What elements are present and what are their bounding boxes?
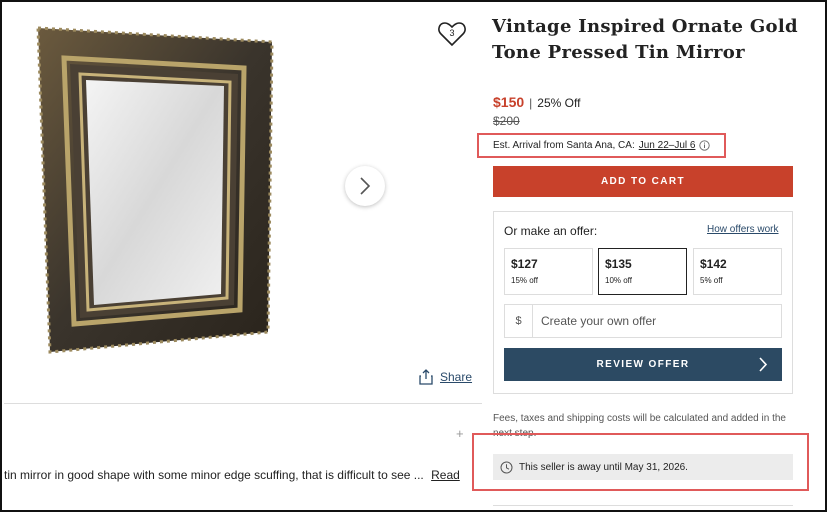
offer-amount: $127: [511, 257, 538, 271]
discount-label: 25% Off: [537, 96, 581, 110]
arrival-prefix: Est. Arrival from Santa Ana, CA:: [493, 140, 635, 151]
price-line: $150 | 25% Off: [493, 94, 580, 110]
chevron-right-icon: [759, 357, 768, 372]
custom-offer-field: $: [504, 304, 782, 338]
price-separator: |: [529, 96, 533, 110]
seller-away-notice: This seller is away until May 31, 2026.: [493, 454, 793, 480]
offer-option-3[interactable]: $142 5% off: [693, 248, 782, 295]
arrival-dates-link[interactable]: Jun 22–Jul 6: [639, 140, 696, 151]
bottom-divider: [493, 505, 793, 506]
section-divider: [4, 403, 482, 404]
original-price: $200: [493, 114, 520, 128]
sale-price: $150: [493, 94, 525, 110]
offer-title: Or make an offer:: [504, 224, 598, 238]
read-more-link[interactable]: Read: [431, 468, 460, 482]
product-image[interactable]: [30, 20, 280, 355]
share-button[interactable]: Share: [418, 369, 472, 385]
next-image-button[interactable]: [345, 166, 385, 206]
description-text: tin mirror in good shape with some minor…: [4, 468, 424, 482]
how-offers-work-link[interactable]: How offers work: [707, 224, 779, 235]
mirror-illustration: [36, 26, 274, 354]
clock-icon: [500, 461, 513, 473]
offer-amount: $142: [700, 257, 727, 271]
favorite-count: 3: [449, 28, 455, 38]
estimated-arrival: Est. Arrival from Santa Ana, CA: Jun 22–…: [493, 140, 711, 151]
offer-percent: 5% off: [700, 276, 723, 285]
seller-away-text: This seller is away until May 31, 2026.: [519, 461, 688, 473]
offer-percent: 15% off: [511, 276, 538, 285]
review-offer-label: REVIEW OFFER: [596, 359, 690, 370]
offer-amount: $135: [605, 257, 632, 271]
chevron-right-icon: [360, 177, 371, 195]
offer-option-1[interactable]: $127 15% off: [504, 248, 593, 295]
share-icon: [419, 369, 433, 385]
expand-icon[interactable]: +: [456, 426, 464, 441]
share-label: Share: [440, 370, 473, 384]
offer-option-2[interactable]: $135 10% off: [598, 248, 687, 295]
offer-percent: 10% off: [605, 276, 632, 285]
custom-offer-input[interactable]: [533, 305, 781, 337]
info-icon[interactable]: [699, 140, 711, 151]
add-to-cart-button[interactable]: ADD TO CART: [493, 166, 793, 197]
product-title: Vintage Inspired Ornate Gold Tone Presse…: [492, 16, 798, 63]
product-description: tin mirror in good shape with some minor…: [4, 468, 460, 482]
currency-symbol: $: [505, 305, 533, 337]
review-offer-button[interactable]: REVIEW OFFER: [504, 348, 782, 381]
